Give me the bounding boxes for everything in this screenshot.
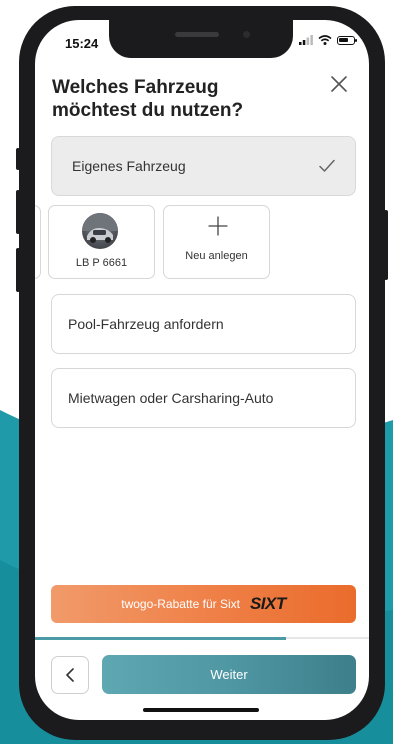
add-vehicle-card[interactable]: Neu anlegen xyxy=(163,205,270,279)
vehicle-card[interactable]: LB P 6661 xyxy=(48,205,155,279)
banner-text: twogo-Rabatte für Sixt xyxy=(121,597,240,611)
phone-power-button xyxy=(384,210,388,280)
speaker-grille xyxy=(175,32,219,37)
vehicle-card-partial[interactable] xyxy=(35,205,41,279)
phone-mute-switch xyxy=(16,148,20,170)
back-button[interactable] xyxy=(51,656,89,694)
status-icons xyxy=(299,35,357,45)
vehicle-avatar xyxy=(82,213,118,249)
option-pool-vehicle-label: Pool-Fahrzeug anfordern xyxy=(68,316,224,332)
sixt-logo: SIXT xyxy=(249,594,286,613)
option-own-vehicle[interactable]: Eigenes Fahrzeug xyxy=(51,136,356,196)
phone-screen: 15:24 Welches Fahrzeug möchtest du nutze… xyxy=(35,20,369,720)
progress-bar xyxy=(35,637,286,640)
page-title: Welches Fahrzeug möchtest du nutzen? xyxy=(52,77,244,121)
option-own-vehicle-label: Eigenes Fahrzeug xyxy=(72,158,186,174)
add-vehicle-label: Neu anlegen xyxy=(185,250,248,262)
battery-icon xyxy=(337,35,357,45)
notch xyxy=(109,20,293,58)
vehicle-plate: LB P 6661 xyxy=(75,257,128,269)
car-image xyxy=(82,213,118,243)
signal-icon xyxy=(299,35,313,45)
phone-volume-down xyxy=(16,248,20,292)
plus-icon xyxy=(208,216,228,236)
close-icon[interactable] xyxy=(327,72,351,96)
option-rental-car-label: Mietwagen oder Carsharing-Auto xyxy=(68,390,274,406)
sixt-discount-banner[interactable]: twogo-Rabatte für Sixt SIXT xyxy=(51,585,356,623)
wifi-icon xyxy=(318,35,332,45)
chevron-left-icon xyxy=(66,668,74,682)
next-button[interactable]: Weiter xyxy=(102,655,356,694)
status-time: 15:24 xyxy=(65,36,99,51)
option-pool-vehicle[interactable]: Pool-Fahrzeug anfordern xyxy=(51,294,356,354)
phone-volume-up xyxy=(16,190,20,234)
check-icon xyxy=(319,159,335,172)
option-rental-car[interactable]: Mietwagen oder Carsharing-Auto xyxy=(51,368,356,428)
front-camera xyxy=(243,31,250,38)
home-indicator xyxy=(143,708,259,712)
